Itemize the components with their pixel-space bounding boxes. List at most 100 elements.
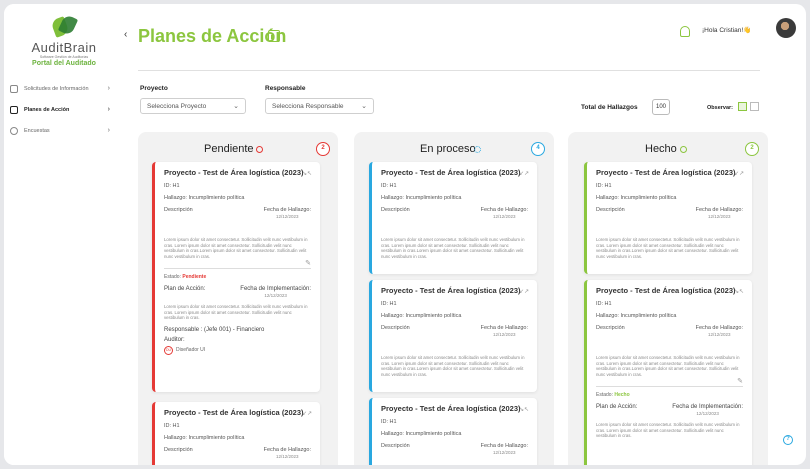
count-badge: 2 bbox=[316, 142, 330, 156]
descripcion-label: Descripción bbox=[164, 207, 193, 213]
action-plan-card[interactable]: Proyecto - Test de Área logística (2023)… bbox=[369, 162, 537, 274]
chart-icon bbox=[10, 105, 18, 114]
pending-icon bbox=[256, 146, 263, 153]
expand-icon[interactable]: ↙↗ bbox=[734, 170, 744, 177]
survey-icon bbox=[10, 126, 18, 135]
back-button[interactable]: ‹ bbox=[124, 29, 127, 40]
card-id: ID: H1 bbox=[164, 423, 180, 429]
edit-icon[interactable]: ✎ bbox=[305, 259, 311, 267]
responsable-label: Responsable bbox=[265, 85, 306, 92]
responsable-select[interactable]: Selecciona Responsable ⌄ bbox=[265, 98, 374, 114]
list-view-icon[interactable] bbox=[750, 102, 759, 111]
card-hallazgo: Hallazgo: Incumplimiento política bbox=[381, 431, 462, 437]
action-plan-card[interactable]: Proyecto - Test de Área logística (2023)… bbox=[152, 402, 320, 465]
fecha-label: Fecha de Hallazgo: bbox=[695, 207, 743, 213]
sidebar-item-label: Solicitudes de Información bbox=[24, 85, 89, 92]
grid-view-icon[interactable] bbox=[738, 102, 747, 111]
sidebar-item-encuestas[interactable]: Encuestas › bbox=[4, 120, 116, 141]
expand-icon[interactable]: ↙↗ bbox=[519, 170, 529, 177]
card-hallazgo: Hallazgo: Incumplimiento política bbox=[381, 313, 462, 319]
action-plan-card[interactable]: Proyecto - Test de Área logística (2023)… bbox=[584, 280, 752, 465]
card-title: Proyecto - Test de Área logística (2023) bbox=[381, 286, 521, 295]
fecha-impl-label: Fecha de Implementación: bbox=[240, 286, 311, 292]
descripcion-label: Descripción bbox=[164, 447, 193, 453]
observar-label: Observar: bbox=[707, 105, 733, 111]
card-title: Proyecto - Test de Área logística (2023) bbox=[164, 168, 304, 177]
calendar-icon bbox=[10, 84, 18, 93]
fecha-value: 12/12/2023 bbox=[276, 454, 299, 459]
action-plan-card[interactable]: Proyecto - Test de Área logística (2023)… bbox=[152, 162, 320, 392]
card-title: Proyecto - Test de Área logística (2023) bbox=[381, 404, 521, 413]
total-hallazgos-value: 100 bbox=[652, 99, 670, 115]
card-id: ID: H1 bbox=[164, 183, 180, 189]
responsable: Responsable : (Jefe 001) - Financiero bbox=[164, 326, 265, 333]
proyecto-select[interactable]: Selecciona Proyecto ⌄ bbox=[140, 98, 246, 114]
descripcion-label: Descripción bbox=[596, 207, 625, 213]
greeting: ¡Hola Cristian!👋 bbox=[702, 27, 752, 34]
expand-icon[interactable]: ↙↗ bbox=[519, 288, 529, 295]
estado-label: Estado: bbox=[596, 392, 613, 398]
action-plan-card[interactable]: Proyecto - Test de Área logística (2023)… bbox=[369, 398, 537, 465]
help-icon[interactable]: ? bbox=[783, 435, 793, 445]
column-title: Pendiente bbox=[204, 143, 254, 155]
count-badge: 4 bbox=[531, 142, 545, 156]
card-title: Proyecto - Test de Área logística (2023) bbox=[596, 286, 736, 295]
card-id: ID: H1 bbox=[381, 419, 397, 425]
expand-icon[interactable]: ↙↗ bbox=[302, 410, 312, 417]
card-title: Proyecto - Test de Área logística (2023) bbox=[164, 408, 304, 417]
chevron-right-icon: › bbox=[107, 85, 110, 92]
edit-icon[interactable]: ✎ bbox=[737, 377, 743, 385]
collapse-icon[interactable]: ↘↖ bbox=[302, 170, 312, 177]
avatar[interactable] bbox=[776, 18, 796, 38]
fecha-value: 12/12/2023 bbox=[493, 332, 516, 337]
plan-label: Plan de Acción: bbox=[164, 286, 206, 292]
proyecto-label: Proyecto bbox=[140, 85, 168, 92]
proyecto-select-value: Selecciona Proyecto bbox=[147, 103, 207, 110]
descripcion-label: Descripción bbox=[596, 325, 625, 331]
card-id: ID: H1 bbox=[381, 301, 397, 307]
descripcion-text: Lorem ipsum dolor sit amet consectetur. … bbox=[596, 355, 740, 377]
sidebar-item-solicitudes[interactable]: Solicitudes de Información › bbox=[4, 78, 116, 99]
descripcion-text: Lorem ipsum dolor sit amet consectetur. … bbox=[381, 237, 525, 259]
card-hallazgo: Hallazgo: Incumplimiento política bbox=[596, 313, 677, 319]
card-title: Proyecto - Test de Área logística (2023) bbox=[381, 168, 521, 177]
estado-value: Hecho bbox=[614, 392, 630, 398]
progress-icon bbox=[474, 146, 481, 153]
auditor-name: Diseñador UI bbox=[176, 347, 206, 353]
fecha-value: 12/12/2023 bbox=[708, 332, 731, 337]
descripcion-text: Lorem ipsum dolor sit amet consectetur. … bbox=[381, 355, 525, 377]
descripcion-label: Descripción bbox=[381, 325, 410, 331]
chart-icon bbox=[268, 30, 280, 42]
fecha-label: Fecha de Hallazgo: bbox=[480, 443, 528, 449]
fecha-label: Fecha de Hallazgo: bbox=[263, 447, 311, 453]
card-hallazgo: Hallazgo: Incumplimiento política bbox=[381, 195, 462, 201]
descripcion-label: Descripción bbox=[381, 207, 410, 213]
total-hallazgos-label: Total de Hallazgos bbox=[581, 104, 638, 111]
auditor-label: Auditor: bbox=[164, 336, 185, 343]
logo-mark bbox=[47, 13, 81, 38]
chevron-right-icon: › bbox=[107, 106, 110, 113]
card-hallazgo: Hallazgo: Incumplimiento política bbox=[596, 195, 677, 201]
fecha-label: Fecha de Hallazgo: bbox=[480, 325, 528, 331]
count-badge: 2 bbox=[745, 142, 759, 156]
action-plan-card[interactable]: Proyecto - Test de Área logística (2023)… bbox=[369, 280, 537, 392]
sidebar-item-label: Planes de Acción bbox=[24, 106, 70, 113]
collapse-icon[interactable]: ↘↖ bbox=[734, 288, 744, 295]
card-id: ID: H1 bbox=[381, 183, 397, 189]
card-hallazgo: Hallazgo: Incumplimiento política bbox=[164, 435, 245, 441]
divider bbox=[138, 70, 760, 71]
fecha-value: 12/12/2023 bbox=[493, 214, 516, 219]
collapse-icon[interactable]: ↘↖ bbox=[519, 406, 529, 413]
notification-icon[interactable] bbox=[680, 26, 690, 37]
responsable-select-value: Selecciona Responsable bbox=[272, 103, 344, 110]
fecha-label: Fecha de Hallazgo: bbox=[263, 207, 311, 213]
estado: Estado: Hecho bbox=[596, 392, 743, 398]
card-id: ID: H1 bbox=[596, 301, 612, 307]
card-hallazgo: Hallazgo: Incumplimiento política bbox=[164, 195, 245, 201]
estado: Estado: Pendiente bbox=[164, 274, 311, 280]
fecha-label: Fecha de Hallazgo: bbox=[695, 325, 743, 331]
action-plan-card[interactable]: Proyecto - Test de Área logística (2023)… bbox=[584, 162, 752, 274]
descripcion-label: Descripción bbox=[381, 443, 410, 449]
sidebar-item-planes[interactable]: Planes de Acción › bbox=[4, 99, 116, 120]
estado-label: Estado: bbox=[164, 274, 181, 280]
